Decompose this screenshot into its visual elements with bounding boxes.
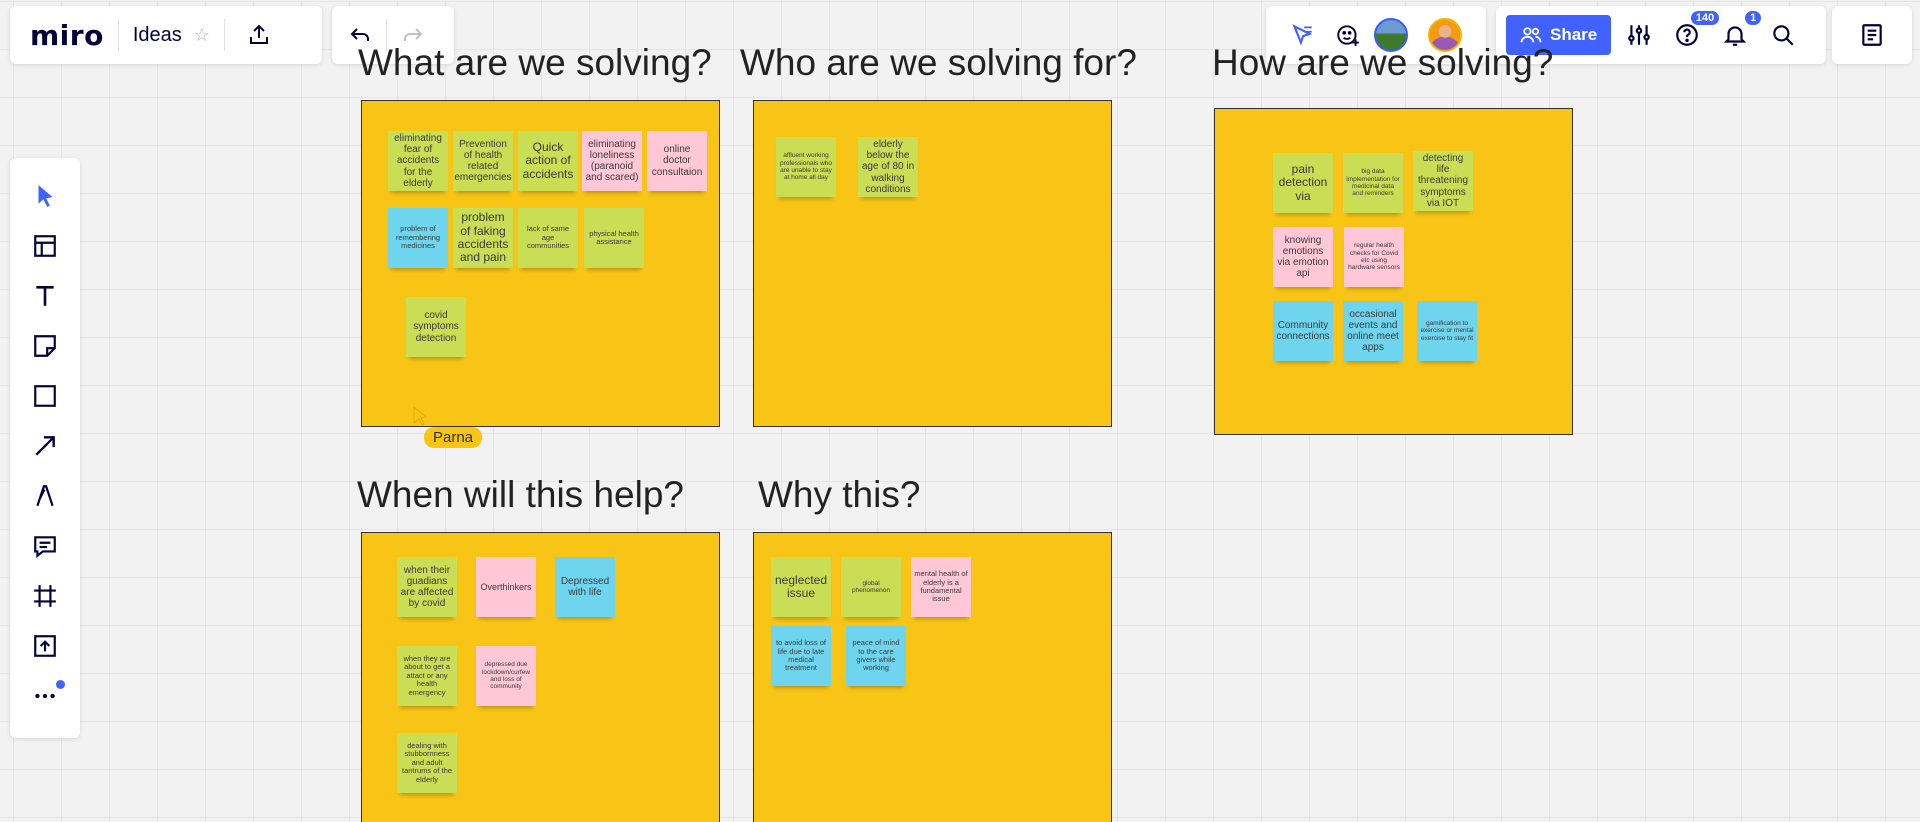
sticky-note[interactable]: gamification to exercise or mental exerc… [1417, 301, 1477, 361]
sticky-note[interactable]: neglected issue [771, 557, 831, 617]
notes-icon[interactable] [1852, 15, 1892, 55]
sticky-note[interactable]: covid symptoms detection [406, 297, 466, 357]
sticky-note[interactable]: dealing with stubbornness and adult tant… [397, 733, 457, 793]
sticky-note[interactable]: physical health assistance [584, 208, 644, 268]
frame-title: Who are we solving for? [740, 42, 1137, 83]
frame-title: When will this help? [357, 474, 684, 515]
sticky-note[interactable]: Depressed with life [555, 557, 615, 617]
select-tool-icon[interactable] [25, 176, 65, 216]
frame-who-are-we-solving-for[interactable]: affluent working professionals who are u… [753, 100, 1112, 427]
star-icon[interactable]: ☆ [194, 25, 210, 46]
frame-title: How are we solving? [1212, 42, 1554, 83]
frame-what-are-we-solving[interactable]: eliminating fear of accidents for the el… [361, 100, 720, 427]
sticky-note[interactable]: peace of mind to the care givers while w… [846, 626, 906, 686]
sticky-note[interactable]: regular health checks for Covid etc usin… [1344, 227, 1404, 287]
frame-why-this[interactable]: neglected issue global phenomenon mental… [753, 532, 1112, 822]
templates-icon[interactable] [25, 226, 65, 266]
creation-toolbar [10, 158, 80, 738]
sticky-note[interactable]: problem of faking accidents and pain [453, 208, 513, 268]
notifications-badge: 1 [1743, 9, 1764, 27]
sticky-note[interactable]: global phenomenon [841, 557, 901, 617]
help-icon[interactable]: 140 [1667, 9, 1722, 55]
sticky-note[interactable]: elderly below the age of 80 in walking c… [858, 137, 918, 197]
more-tools-icon[interactable] [25, 676, 65, 716]
sticky-note[interactable]: lack of same age communities [518, 208, 578, 268]
sticky-note[interactable]: Prevention of health related emergencies [453, 131, 513, 191]
sticky-note[interactable]: when they are about to get a attact or a… [397, 646, 457, 706]
divider [223, 19, 225, 51]
sticky-note[interactable]: eliminating fear of accidents for the el… [388, 131, 448, 191]
shape-tool-icon[interactable] [25, 376, 65, 416]
sticky-note[interactable]: to avoid loss of life due to late medica… [771, 626, 831, 686]
board-header: miro Ideas ☆ [10, 6, 322, 64]
sticky-note[interactable]: online doctor consultaion [647, 131, 707, 191]
sticky-note[interactable]: occasional events and online meet apps [1343, 301, 1403, 361]
divider [117, 19, 119, 51]
board-title[interactable]: Ideas [133, 24, 182, 47]
sticky-note[interactable]: Quick action of accidents [518, 131, 578, 191]
collaborator-cursor-label: Parna [424, 427, 483, 448]
frame-how-are-we-solving[interactable]: pain detection via big data implementati… [1214, 108, 1573, 435]
upload-tool-icon[interactable] [25, 626, 65, 666]
sticky-note[interactable]: Overthinkers [476, 557, 536, 617]
search-icon[interactable] [1763, 15, 1803, 55]
new-indicator [56, 680, 65, 689]
sticky-note[interactable]: detecting life threatening symptoms via … [1413, 151, 1473, 211]
frame-when-will-this-help[interactable]: when their guadians are affected by covi… [361, 532, 720, 822]
sticky-note[interactable]: Community connections [1273, 301, 1333, 361]
miro-logo[interactable]: miro [10, 19, 104, 52]
upload-icon[interactable] [239, 15, 279, 55]
share-label: Share [1550, 25, 1598, 44]
sticky-note[interactable]: eliminating loneliness (paranoid and sca… [582, 131, 642, 191]
sticky-note[interactable]: problem of remembering medicines [388, 208, 448, 268]
sticky-note[interactable]: mental health of elderly is a fundamenta… [911, 557, 971, 617]
sticky-note-icon[interactable] [25, 326, 65, 366]
text-tool-icon[interactable] [25, 276, 65, 316]
frame-title: Why this? [758, 474, 921, 515]
settings-sliders-icon[interactable] [1619, 15, 1659, 55]
sticky-note[interactable]: knowing emotions via emotion api [1273, 227, 1333, 287]
notes-panel-button[interactable] [1832, 6, 1912, 64]
frame-title: What are we solving? [358, 42, 712, 83]
sticky-note[interactable]: when their guadians are affected by covi… [397, 557, 457, 617]
bell-icon[interactable]: 1 [1715, 9, 1764, 55]
sticky-note[interactable]: affluent working professionals who are u… [776, 137, 836, 197]
arrow-tool-icon[interactable] [25, 426, 65, 466]
frame-tool-icon[interactable] [25, 576, 65, 616]
sticky-note[interactable]: depressed due lockdown/curfew and loss o… [476, 646, 536, 706]
sticky-note[interactable]: big data implementation for medicinal da… [1343, 153, 1403, 213]
sticky-note[interactable]: pain detection via [1273, 153, 1333, 213]
comment-tool-icon[interactable] [25, 526, 65, 566]
pen-tool-icon[interactable] [25, 476, 65, 516]
collaborator-cursor-icon [413, 406, 427, 426]
